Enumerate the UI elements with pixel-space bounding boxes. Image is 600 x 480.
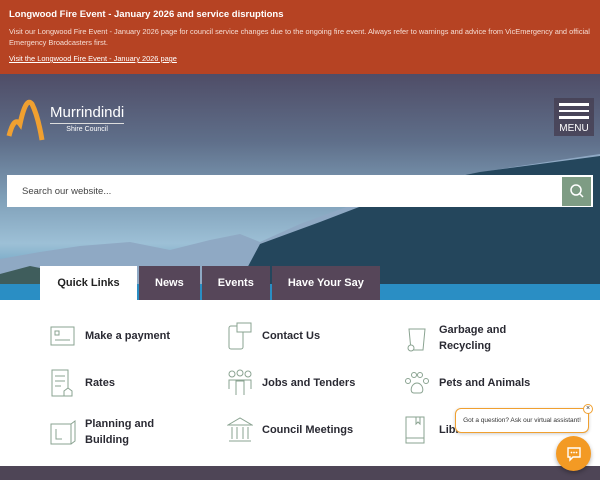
menu-button[interactable]: MENU bbox=[554, 98, 594, 136]
menu-label: MENU bbox=[559, 122, 589, 134]
search-input[interactable] bbox=[7, 185, 562, 197]
alert-title: Longwood Fire Event - January 2026 and s… bbox=[9, 9, 284, 20]
book-icon bbox=[405, 416, 425, 444]
quick-link-label: Garbage and Recycling bbox=[439, 324, 507, 352]
tab-events[interactable]: Events bbox=[201, 266, 270, 300]
quick-link-label: Council Meetings bbox=[262, 424, 354, 436]
logo-name: Murrindindi bbox=[50, 104, 125, 121]
blueprint-icon bbox=[50, 420, 76, 445]
search-bar bbox=[7, 175, 593, 207]
tab-quick-links[interactable]: Quick Links bbox=[40, 266, 137, 300]
quick-link-rates[interactable]: Rates bbox=[50, 369, 115, 397]
document-house-icon bbox=[51, 369, 73, 397]
bin-icon bbox=[407, 328, 426, 352]
council-logo[interactable]: Murrindindi Shire Council bbox=[6, 96, 125, 142]
quick-link-planning[interactable]: Planning and Building bbox=[50, 416, 175, 448]
quick-link-label: Jobs and Tenders bbox=[262, 377, 356, 389]
alert-banner: Longwood Fire Event - January 2026 and s… bbox=[0, 0, 600, 74]
hamburger-icon bbox=[559, 103, 589, 106]
chat-prompt[interactable]: Got a question? Ask our virtual assistan… bbox=[455, 408, 589, 433]
chat-bubble-icon bbox=[566, 446, 581, 462]
quick-link-jobs[interactable]: Jobs and Tenders bbox=[227, 369, 355, 397]
quick-link-pets[interactable]: Pets and Animals bbox=[404, 369, 530, 397]
hero: Murrindindi Shire Council MENU Quick Lin… bbox=[0, 74, 600, 300]
quick-link-make-payment[interactable]: Make a payment bbox=[50, 322, 170, 350]
quick-link-label: Pets and Animals bbox=[439, 377, 531, 389]
building-columns-icon bbox=[227, 417, 253, 442]
content-tabs: Quick Links News Events Have Your Say bbox=[40, 266, 380, 300]
footer bbox=[0, 466, 600, 480]
paw-icon bbox=[405, 372, 429, 394]
chat-button[interactable] bbox=[556, 436, 591, 471]
payment-card-icon bbox=[50, 326, 75, 346]
quick-link-council-meetings[interactable]: Council Meetings bbox=[227, 416, 353, 444]
quick-link-label: Planning and Building bbox=[85, 418, 155, 446]
quick-link-label: Rates bbox=[85, 377, 115, 389]
phone-chat-icon bbox=[228, 322, 252, 350]
quick-link-label: Contact Us bbox=[262, 330, 321, 342]
logo-subtitle: Shire Council bbox=[50, 123, 125, 133]
people-icon bbox=[228, 369, 252, 395]
quick-link-label: Make a payment bbox=[85, 330, 170, 342]
alert-body: Visit our Longwood Fire Event - January … bbox=[9, 27, 590, 47]
quick-links-grid: Make a payment Contact Us Garbage and Re… bbox=[0, 300, 600, 466]
logo-mark-icon bbox=[6, 99, 45, 141]
search-icon bbox=[569, 184, 584, 198]
tab-have-your-say[interactable]: Have Your Say bbox=[271, 266, 380, 300]
chat-prompt-close-icon[interactable]: × bbox=[583, 404, 593, 414]
quick-link-garbage[interactable]: Garbage and Recycling bbox=[404, 322, 529, 354]
quick-link-contact-us[interactable]: Contact Us bbox=[227, 322, 320, 350]
search-button[interactable] bbox=[562, 176, 591, 206]
tab-news[interactable]: News bbox=[139, 266, 200, 300]
alert-link[interactable]: Visit the Longwood Fire Event - January … bbox=[9, 54, 591, 63]
